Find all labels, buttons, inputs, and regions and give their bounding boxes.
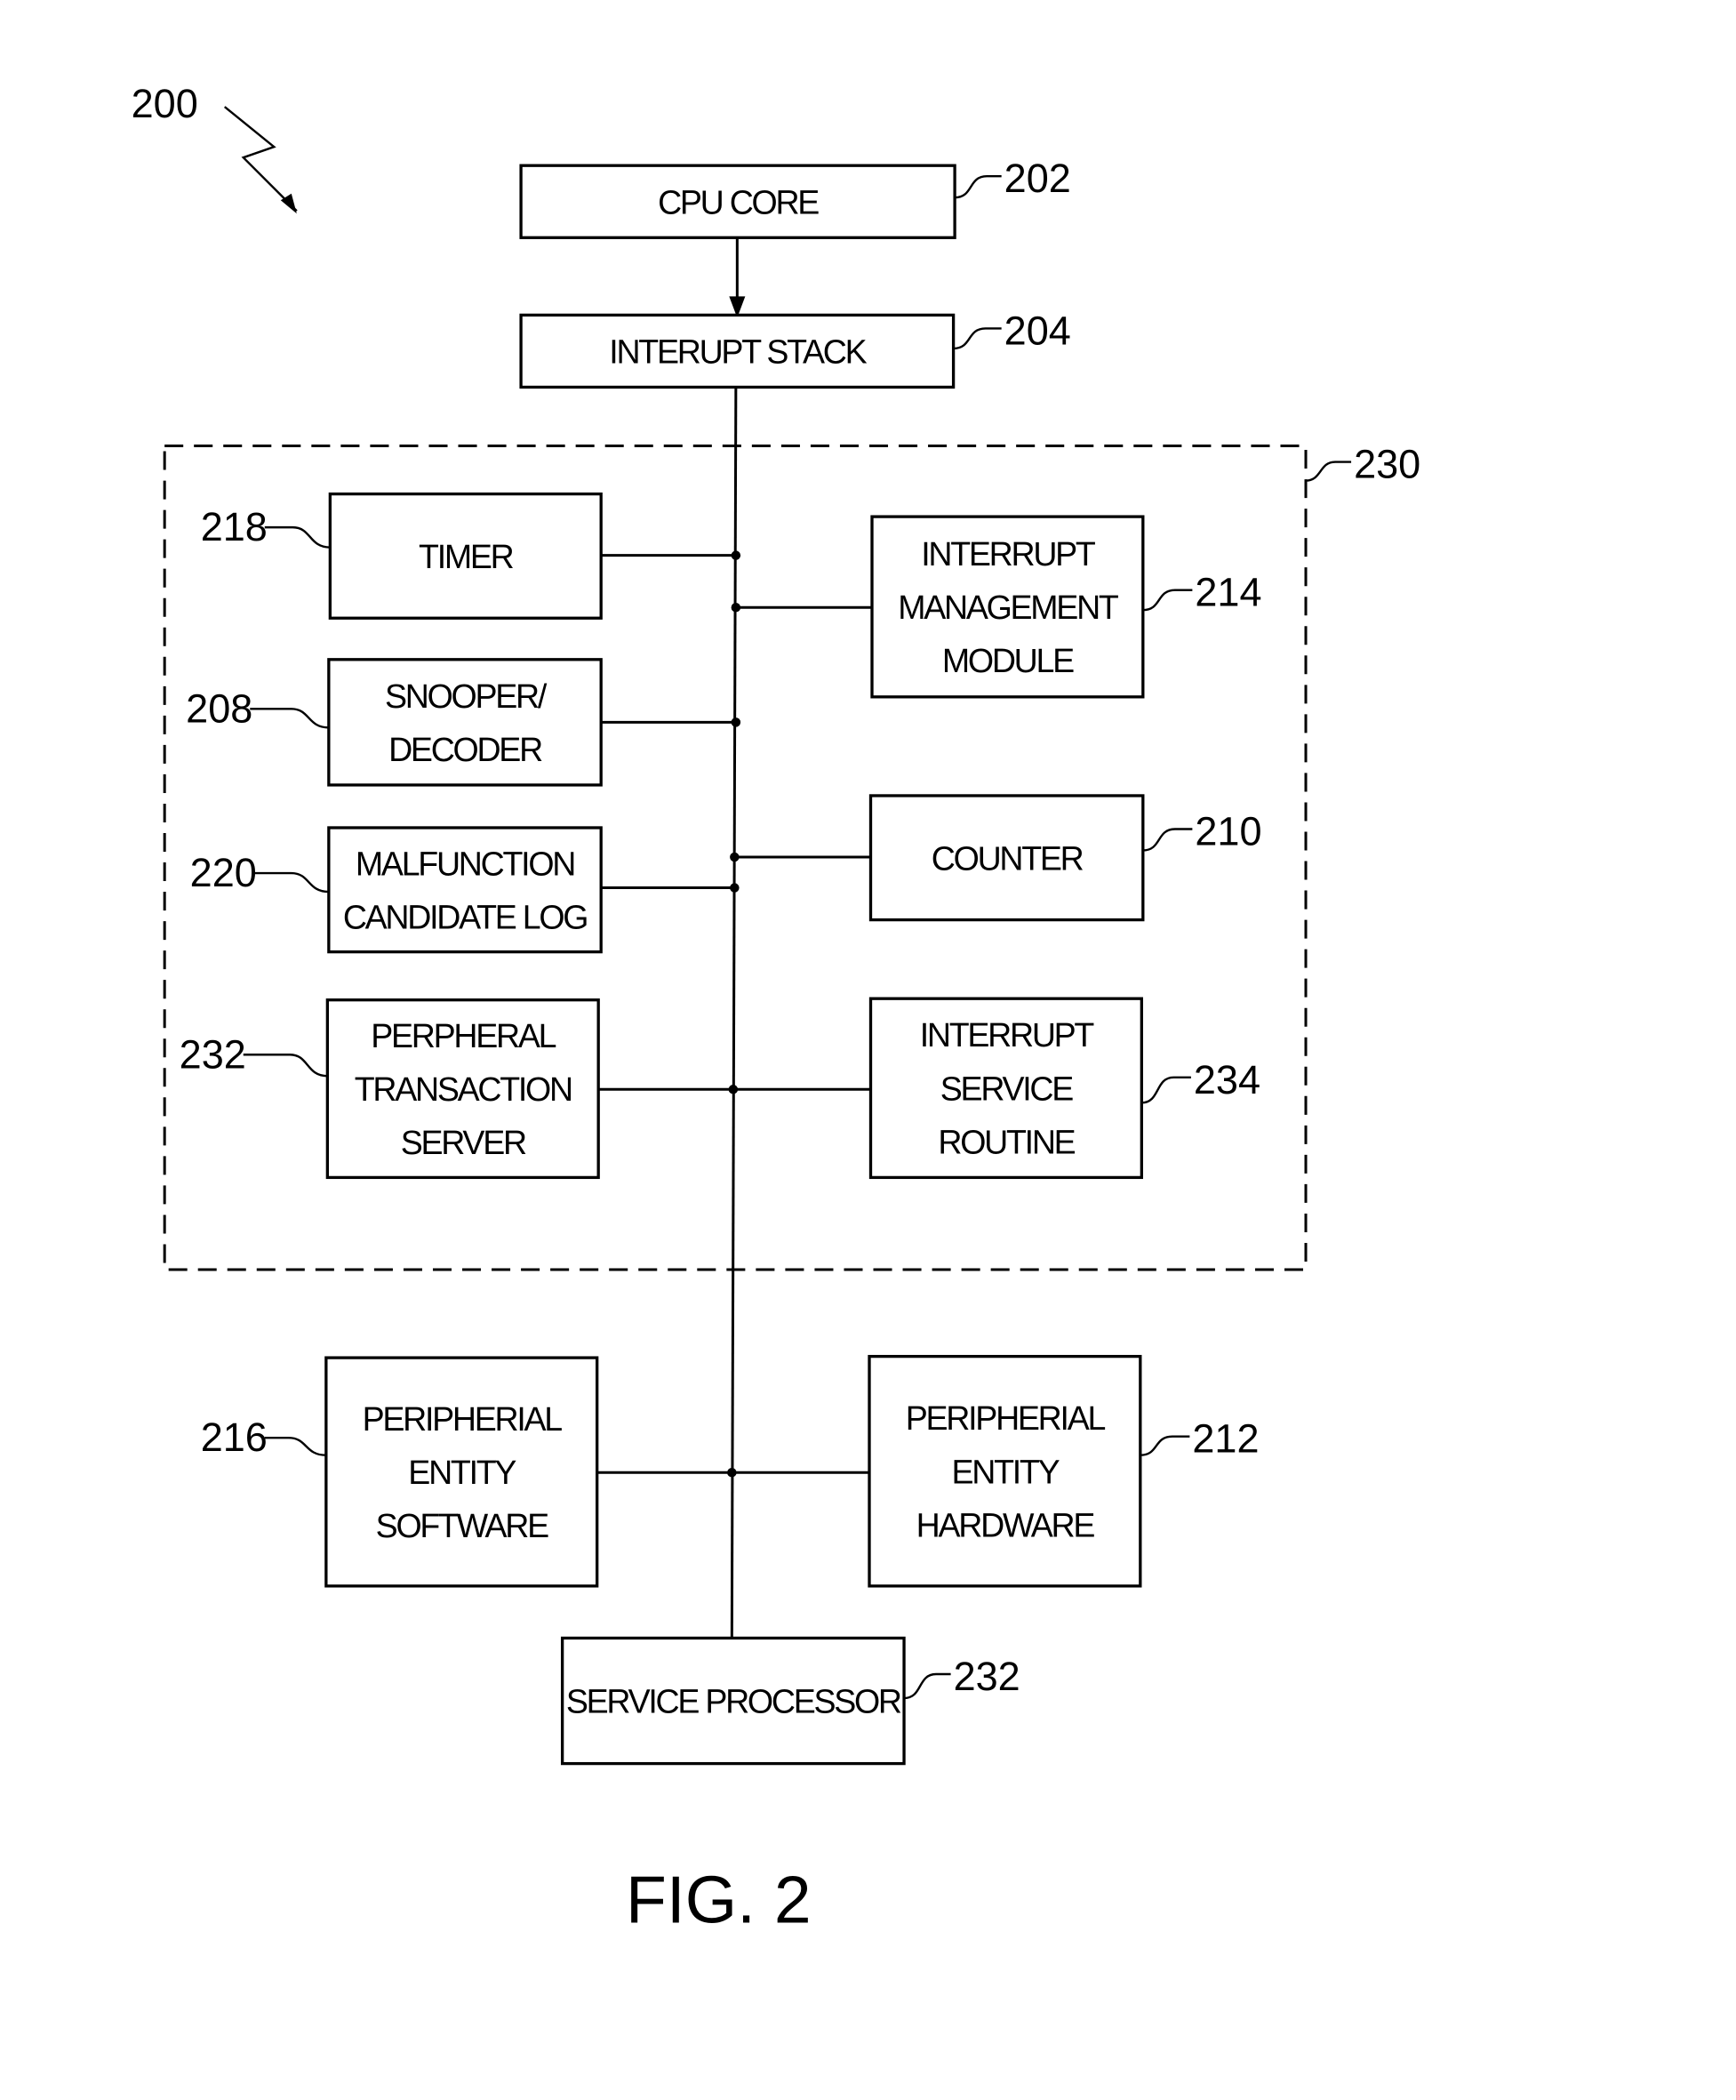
peripheral-entity-software-block: PERIPHERIAL ENTITY SOFTWARE 216 [201,1356,599,1588]
peripheral-transaction-server-ref-number: 232 [180,1031,246,1077]
peripheral-entity-hardware-label-line: HARDWARE [916,1506,1095,1543]
interrupt-stack-ref-number: 204 [1004,308,1071,353]
peripheral-entity-software-ref-number: 216 [201,1415,268,1460]
junction-dot [730,852,740,862]
interrupt-management-module-ref-leader [1142,589,1193,612]
interrupt-system-diagram: 200 230 CPU CORE 202 INTERUPT STACK 204 TIME… [132,81,1421,1936]
interrupt-service-routine-ref-number: 234 [1194,1057,1260,1102]
peripheral-entity-hardware-label-line: PERIPHERIAL [906,1399,1106,1437]
blocks-layer: CPU CORE 202 INTERUPT STACK 204 TIMER 218 INTE… [180,156,1262,1766]
interrupt-stack-block: INTERUPT STACK 204 [519,308,1071,389]
counter-ref-number: 210 [1195,809,1261,854]
peripheral-entity-hardware-label-line: ENTITY [951,1453,1060,1490]
cpu-core-ref-leader [955,175,1002,199]
peripheral-entity-hardware-ref-number: 212 [1192,1416,1259,1462]
interrupt-service-routine-block: INTERRUPT SERVICE ROUTINE 234 [868,997,1260,1180]
malfunction-candidate-log-label-line: MALFUNCTION [356,845,574,882]
interrupt-management-module-label-line: MANAGEMENT [898,589,1119,626]
group-230-ref: 230 [1354,442,1420,487]
service-processor-block: SERVICE PROCESSOR 232 [560,1636,1020,1766]
peripheral-entity-hardware-block: PERIPHERIAL ENTITY HARDWARE 212 [868,1354,1260,1588]
snooper-decoder-label-line: SNOOPER/ [385,677,548,715]
malfunction-candidate-log-ref-number: 220 [190,850,257,895]
interrupt-management-module-label-line: INTERRUPT [921,535,1096,573]
service-processor-label-line: SERVICE PROCESSOR [566,1683,901,1720]
interrupt-service-routine-label-line: ROUTINE [938,1123,1075,1160]
figure-ref-label: 200 [132,81,198,126]
timer-label-line: TIMER [419,538,514,575]
interrupt-stack-ref-leader [953,327,1002,350]
service-processor-ref-number: 232 [954,1654,1020,1699]
cpu-core-block: CPU CORE 202 [519,156,1071,239]
timer-block: TIMER 218 [201,492,603,620]
junction-dot [731,717,741,727]
group-230-leader [1305,461,1352,482]
counter-ref-leader [1142,828,1193,852]
peripheral-entity-software-label-line: SOFTWARE [376,1507,548,1544]
main-bus-line [730,387,738,1639]
peripheral-transaction-server-ref-leader [243,1054,328,1078]
junction-dot [731,550,741,560]
peripheral-transaction-server-block: PERPHERAL TRANSACTION SERVER 232 [180,998,600,1180]
malfunction-candidate-log-label-line: CANDIDATE LOG [343,898,587,935]
malfunction-candidate-log-block: MALFUNCTION CANDIDATE LOG 220 [190,826,603,954]
cpu-core-ref-number: 202 [1004,156,1071,201]
junction-dot [728,1085,739,1094]
interrupt-management-module-label-line: MODULE [942,642,1074,679]
interrupt-stack-label-line: INTERUPT STACK [609,333,867,370]
snooper-decoder-ref-number: 208 [186,685,252,731]
interrupt-service-routine-ref-leader [1141,1076,1191,1104]
interrupt-management-module-block: INTERRUPT MANAGEMENT MODULE 214 [870,515,1262,699]
snooper-decoder-block: SNOOPER/DECODER 208 [186,658,603,787]
timer-ref-leader [264,525,331,549]
snooper-decoder-ref-leader [250,708,329,729]
peripheral-entity-software-label-line: PERIPHERIAL [363,1400,563,1438]
cpu-core-label-line: CPU CORE [658,183,819,220]
interrupt-management-module-ref-number: 214 [1195,570,1261,615]
peripheral-entity-hardware-ref-leader [1140,1435,1190,1456]
junction-dot [730,883,740,893]
peripheral-transaction-server-label-line: PERPHERAL [371,1017,556,1054]
counter-block: COUNTER 210 [868,794,1262,922]
interrupt-service-routine-label-line: INTERRUPT [920,1016,1095,1054]
timer-ref-number: 218 [201,504,268,549]
service-processor-ref-leader [903,1672,951,1700]
peripheral-entity-software-ref-leader [264,1437,326,1456]
counter-label-line: COUNTER [932,839,1084,877]
junction-dot [727,1467,737,1478]
interrupt-service-routine-label-line: SERVICE [940,1070,1073,1107]
peripheral-transaction-server-label-line: SERVER [401,1124,526,1161]
figure-ref-arrow-icon [223,106,298,212]
junction-dot [731,602,741,613]
snooper-decoder-label-line: DECODER [388,731,542,768]
malfunction-candidate-log-ref-leader [253,871,329,894]
figure-caption: FIG. 2 [626,1862,812,1936]
peripheral-transaction-server-label-line: TRANSACTION [355,1070,572,1108]
peripheral-entity-software-label-line: ENTITY [408,1454,516,1491]
